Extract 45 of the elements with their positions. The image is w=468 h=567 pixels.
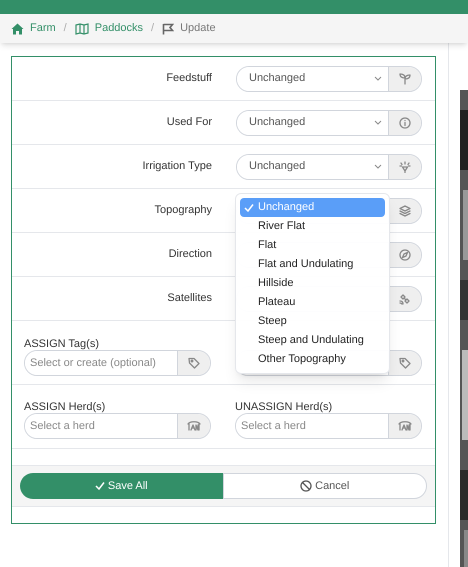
- input-field[interactable]: Select a herd: [24, 413, 211, 439]
- breadcrumb-separator: /: [64, 21, 67, 36]
- breadcrumb-link[interactable]: Paddocks: [94, 20, 144, 37]
- flag-icon: [162, 22, 174, 34]
- addon-button[interactable]: [177, 414, 210, 438]
- addon-button[interactable]: [388, 242, 421, 266]
- input-field[interactable]: Select a herd: [235, 413, 422, 439]
- map-icon: [74, 22, 89, 34]
- dropdown-option[interactable]: Steep and Undulating: [240, 331, 385, 350]
- ban-icon: [300, 480, 312, 492]
- breadcrumb-link[interactable]: Farm: [30, 20, 56, 37]
- check-icon: [244, 202, 254, 212]
- addon-button[interactable]: [388, 286, 421, 310]
- satellite-icon: [399, 292, 411, 304]
- tag-icon: [399, 357, 411, 369]
- field-label: Satellites: [166, 291, 212, 306]
- check-icon: [94, 481, 105, 491]
- tag-icon: [188, 357, 200, 369]
- addon-button[interactable]: [388, 351, 421, 375]
- field-label: UNASSIGN Herd(s): [235, 400, 334, 413]
- herd-icon: [398, 420, 412, 432]
- field-label: Used For: [166, 115, 212, 130]
- breadcrumb-separator: /: [151, 21, 154, 36]
- addon-button[interactable]: [177, 351, 210, 375]
- dropdown-option[interactable]: Hillside: [240, 274, 385, 293]
- addon-button[interactable]: [388, 198, 421, 222]
- layers-icon: [399, 204, 411, 216]
- save-button[interactable]: Save All: [20, 473, 222, 499]
- field-label: ASSIGN Tag(s): [24, 337, 100, 350]
- field-label: Irrigation Type: [141, 159, 212, 174]
- cancel-button[interactable]: Cancel: [222, 473, 427, 499]
- dropdown-option[interactable]: River Flat: [240, 217, 385, 236]
- field-label: Feedstuff: [165, 71, 212, 86]
- addon-button[interactable]: [388, 414, 421, 438]
- input-field[interactable]: Select or create (optional): [24, 350, 211, 376]
- field-label: ASSIGN Herd(s): [24, 400, 106, 413]
- field-label: Direction: [168, 247, 212, 262]
- dropdown-option[interactable]: Flat: [240, 236, 385, 255]
- compass-icon: [399, 248, 411, 260]
- dropdown-option[interactable]: Steep: [240, 312, 385, 331]
- field-label: Topography: [154, 203, 212, 218]
- herd-icon: [187, 420, 201, 432]
- home-icon: [11, 22, 24, 34]
- dropdown-option[interactable]: Flat and Undulating: [240, 255, 385, 274]
- breadcrumb-current: Update: [180, 21, 216, 36]
